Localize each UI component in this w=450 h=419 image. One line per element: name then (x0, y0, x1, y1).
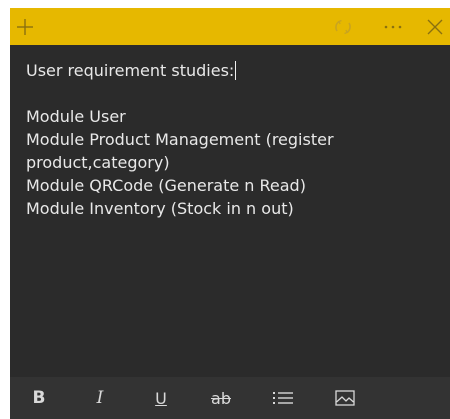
add-note-button[interactable] (10, 8, 40, 45)
note-text-area[interactable]: User requirement studies: Module User Mo… (26, 59, 440, 220)
sticky-note-window: User requirement studies: Module User Mo… (10, 8, 450, 419)
bold-button[interactable]: B (24, 384, 54, 412)
close-icon (427, 19, 443, 34)
text-cursor (235, 61, 237, 80)
more-options-button[interactable] (378, 8, 408, 45)
bullet-list-icon (273, 392, 293, 404)
sync-button[interactable] (328, 8, 358, 45)
underline-button[interactable]: U (146, 384, 176, 412)
note-line: Module User (26, 107, 126, 126)
sync-icon (335, 19, 351, 34)
note-line: Module QRCode (Generate n Read) (26, 176, 306, 195)
note-line: Module Product Management (register prod… (26, 130, 334, 172)
ellipsis-icon (384, 25, 402, 28)
note-title: User requirement studies: (26, 61, 235, 80)
note-line: Module Inventory (Stock in n out) (26, 199, 294, 218)
close-button[interactable] (420, 8, 450, 45)
plus-icon (17, 18, 33, 35)
format-toolbar: B I U ab (10, 377, 450, 419)
insert-image-button[interactable] (330, 384, 360, 412)
titlebar (10, 8, 450, 45)
italic-button[interactable]: I (85, 384, 115, 412)
image-icon (335, 390, 355, 406)
bullet-list-button[interactable] (268, 384, 298, 412)
strikethrough-button[interactable]: ab (206, 384, 236, 412)
